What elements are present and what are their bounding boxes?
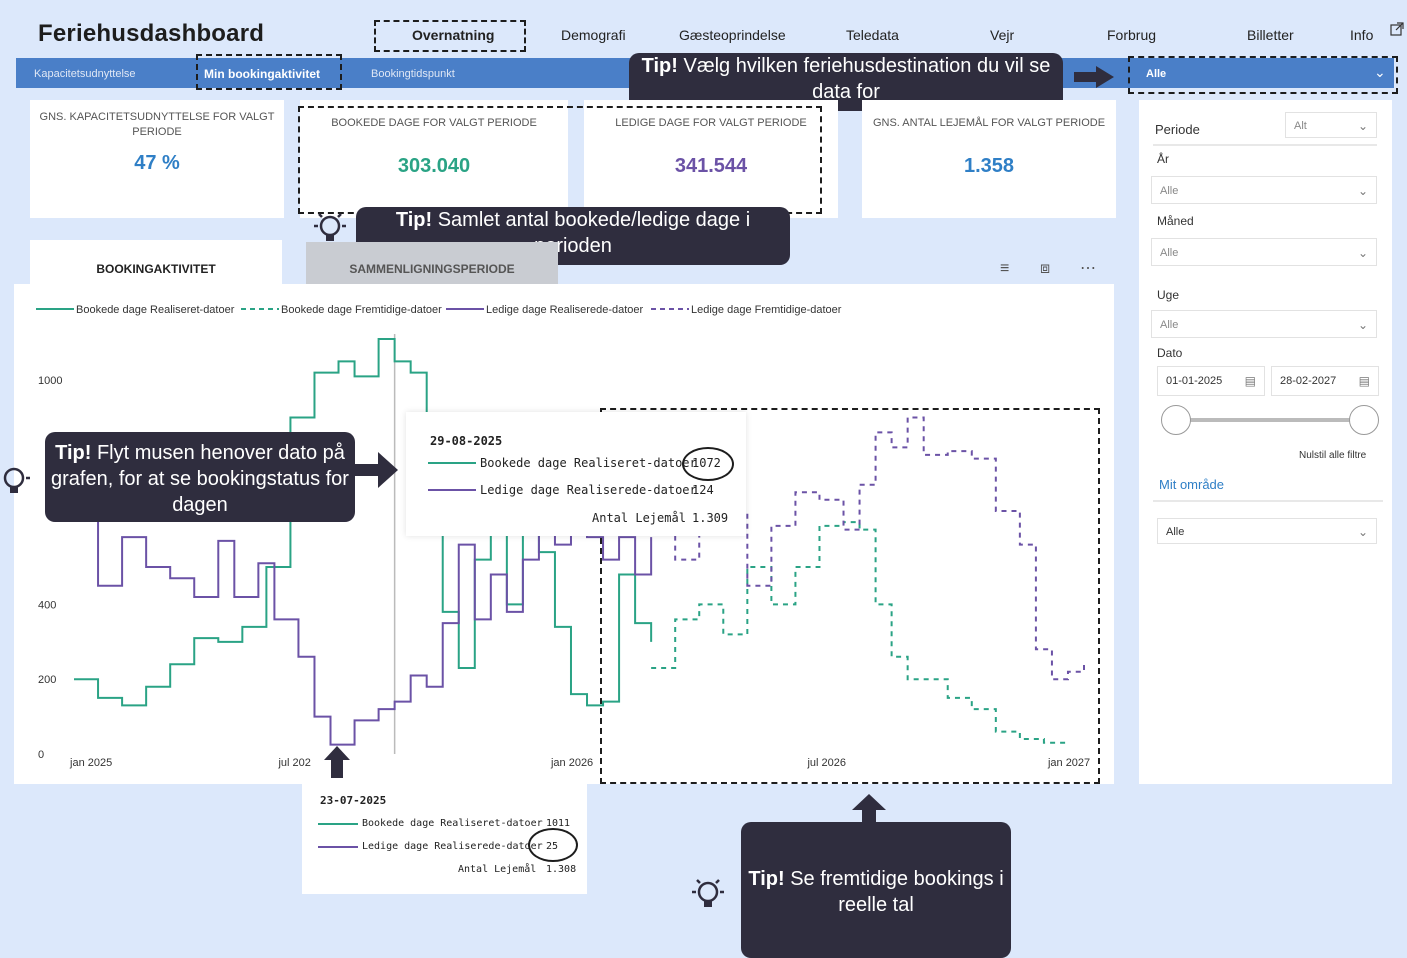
tooltip-extra-label: Antal Lejemål — [592, 511, 686, 525]
subtab-kapacitet[interactable]: Kapacitetsudnyttelse — [34, 68, 136, 80]
external-link-icon[interactable] — [1390, 22, 1404, 41]
dropdown-value: Alt — [1294, 120, 1307, 132]
legend-swatch — [428, 489, 476, 491]
dato-label: Dato — [1157, 346, 1183, 360]
maaned-label: Måned — [1157, 214, 1194, 228]
tooltip-extra-value: 1.309 — [692, 511, 729, 525]
tooltip-value: 124 — [692, 483, 714, 497]
subtab-highlight-frame — [196, 54, 342, 90]
tooltip-label: Bookede dage Realiseret-datoer — [362, 818, 543, 829]
divider — [1153, 500, 1383, 502]
omraade-dropdown[interactable]: Alle ⌄ — [1157, 518, 1377, 544]
tab-bookingaktivitet[interactable]: BOOKINGAKTIVITET — [30, 240, 282, 284]
dropdown-value: Alle — [1160, 247, 1179, 259]
chevron-down-icon: ⌄ — [1357, 119, 1368, 133]
periode-label: Periode — [1155, 122, 1200, 137]
app-title: Feriehusdashboard — [38, 20, 265, 47]
calendar-icon[interactable]: ▤ — [1245, 367, 1256, 395]
lightbulb-icon — [0, 460, 36, 509]
date-value: 01-01-2025 — [1166, 375, 1223, 387]
date-to-input[interactable]: 28-02-2027 ▤ — [1271, 366, 1379, 396]
legend-label: Ledige dage Fremtidige-datoer — [691, 304, 842, 316]
kpi-label: GNS. KAPACITETSUDNYTTELSE FOR VALGT PERI… — [39, 111, 275, 138]
y-tick-label: 1000 — [38, 375, 62, 387]
nav-demografi[interactable]: Demografi — [561, 27, 626, 43]
dropdown-value: Alle — [1160, 185, 1179, 197]
nav-teledata[interactable]: Teledata — [846, 27, 899, 43]
date-slider-handle-end[interactable] — [1349, 405, 1379, 435]
maaned-dropdown[interactable]: Alle ⌄ — [1151, 238, 1377, 266]
tip-hover: Tip! Flyt musen henover dato på grafen, … — [45, 432, 355, 522]
destination-highlight-frame — [1128, 56, 1398, 94]
arrow-right-icon — [1074, 66, 1114, 93]
legend-label: Bookede dage Fremtidige-datoer — [281, 304, 442, 316]
kpi-label: GNS. ANTAL LEJEMÅL FOR VALGT PERIODE — [872, 117, 1106, 129]
highlight-circle — [528, 828, 578, 862]
x-tick-label: jan 2026 — [550, 757, 593, 769]
legend-label: Ledige dage Realiserede-datoer — [486, 304, 644, 316]
kpi-value: 47 % — [134, 152, 180, 174]
dropdown-value: Alle — [1160, 319, 1179, 331]
tooltip-date: 23-07-2025 — [320, 794, 387, 807]
aar-label: År — [1157, 152, 1169, 166]
kpi-card-rentals: GNS. ANTAL LEJEMÅL FOR VALGT PERIODE 1.3… — [862, 100, 1116, 218]
date-value: 28-02-2027 — [1280, 375, 1337, 387]
date-slider-handle-start[interactable] — [1161, 405, 1191, 435]
tooltip-label: Ledige dage Realiserede-datoer — [480, 483, 697, 497]
more-icon[interactable]: ⋯ — [1080, 258, 1096, 278]
filter-icon[interactable]: ≡ — [1000, 260, 1009, 278]
kpi-card-capacity: GNS. KAPACITETSUDNYTTELSE FOR VALGT PERI… — [30, 100, 284, 218]
omraade-label: Mit område — [1159, 477, 1225, 492]
nav-gaesteoprindelse[interactable]: Gæsteoprindelse — [679, 27, 786, 43]
tip-future: Tip! Se fremtidige bookings i reelle tal — [741, 822, 1011, 958]
legend-swatch — [318, 823, 358, 825]
nav-vejr[interactable]: Vejr — [990, 27, 1014, 43]
chevron-down-icon: ⌄ — [1357, 525, 1368, 539]
nav-highlight-frame — [374, 20, 526, 52]
subtab-bookingtidspunkt[interactable]: Bookingtidspunkt — [371, 68, 455, 80]
kpi-highlight-frame — [298, 106, 822, 214]
y-tick-label: 200 — [38, 674, 56, 686]
date-from-input[interactable]: 01-01-2025 ▤ — [1157, 366, 1265, 396]
dropdown-value: Alle — [1166, 526, 1185, 538]
periode-dropdown[interactable]: Alt ⌄ — [1285, 112, 1377, 138]
tooltip-label: Bookede dage Realiseret-datoer — [480, 456, 697, 470]
legend-swatch — [318, 846, 358, 848]
chevron-down-icon: ⌄ — [1357, 318, 1368, 332]
kpi-value: 1.358 — [963, 155, 1015, 177]
tab-label: SAMMENLIGNINGSPERIODE — [349, 262, 515, 276]
y-tick-label: 400 — [38, 599, 56, 611]
uge-dropdown[interactable]: Alle ⌄ — [1151, 310, 1377, 338]
filter-panel: Periode Alt ⌄ År Alle ⌄ Måned Alle ⌄ Uge Al… — [1139, 100, 1392, 784]
chart-tooltip-low: 23-07-2025 Bookede dage Realiseret-datoe… — [302, 778, 587, 894]
tooltip-extra-label: Antal Lejemål — [458, 864, 537, 875]
tab-label: BOOKINGAKTIVITET — [96, 262, 216, 276]
calendar-icon[interactable]: ▤ — [1359, 367, 1370, 395]
y-tick-label: 0 — [38, 749, 44, 761]
aar-dropdown[interactable]: Alle ⌄ — [1151, 176, 1377, 204]
expand-icon[interactable]: ⧈ — [1040, 260, 1050, 278]
chart-tooltip: 29-08-2025 Bookede dage Realiseret-datoe… — [406, 412, 746, 536]
arrow-right-icon — [354, 452, 398, 493]
reset-filters-button[interactable]: Nulstil alle filtre — [1299, 450, 1366, 461]
nav-info[interactable]: Info — [1350, 27, 1373, 43]
tooltip-date: 29-08-2025 — [430, 434, 503, 448]
lightbulb-icon — [684, 874, 732, 925]
x-tick-label: jan 2025 — [69, 757, 112, 769]
tooltip-label: Ledige dage Realiserede-datoer — [362, 841, 543, 852]
tooltip-extra-value: 1.308 — [546, 864, 577, 875]
divider — [1153, 144, 1377, 146]
nav-forbrug[interactable]: Forbrug — [1107, 27, 1156, 43]
chevron-down-icon: ⌄ — [1357, 246, 1368, 260]
date-slider-track[interactable] — [1175, 418, 1365, 422]
legend-label: Bookede dage Realiseret-datoer — [76, 304, 235, 316]
tab-sammenligning[interactable]: SAMMENLIGNINGSPERIODE — [306, 242, 558, 284]
nav-billetter[interactable]: Billetter — [1247, 27, 1294, 43]
legend-swatch — [428, 462, 476, 464]
chevron-down-icon: ⌄ — [1357, 184, 1368, 198]
uge-label: Uge — [1157, 288, 1180, 302]
highlight-circle — [682, 447, 734, 481]
x-tick-label: jul 202 — [277, 757, 310, 769]
